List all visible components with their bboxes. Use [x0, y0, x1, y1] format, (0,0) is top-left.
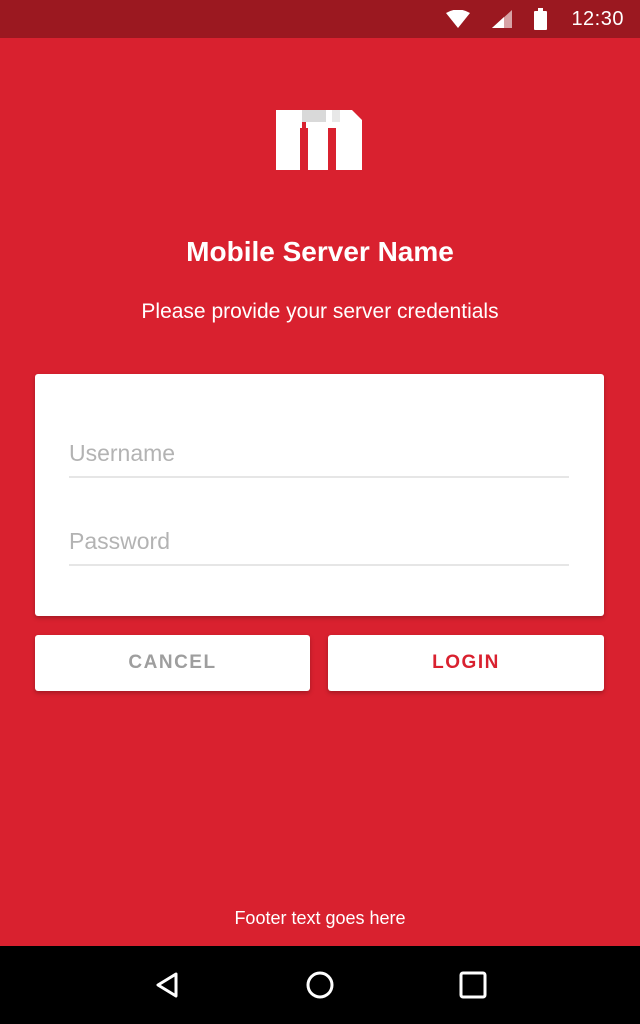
footer-text: Footer text goes here — [234, 908, 406, 928]
status-bar: 12:30 — [0, 0, 640, 38]
back-icon[interactable] — [137, 955, 197, 1015]
m-logo — [276, 110, 362, 170]
login-card — [35, 374, 604, 616]
username-field[interactable] — [69, 430, 569, 478]
password-field[interactable] — [69, 518, 569, 566]
signal-icon — [492, 10, 513, 28]
cancel-button[interactable]: CANCEL — [35, 635, 310, 691]
navigation-bar — [0, 946, 640, 1024]
login-button[interactable]: LOGIN — [328, 635, 604, 691]
credentials-prompt: Please provide your server credentials — [141, 300, 499, 323]
recents-icon[interactable] — [443, 955, 503, 1015]
battery-icon — [534, 8, 548, 30]
server-name-title: Mobile Server Name — [186, 236, 454, 267]
status-time: 12:30 — [571, 7, 624, 30]
wifi-icon — [446, 10, 471, 28]
home-icon[interactable] — [290, 955, 350, 1015]
login-screen: 12:30 Mobile Server Name Please provide … — [0, 0, 640, 1024]
